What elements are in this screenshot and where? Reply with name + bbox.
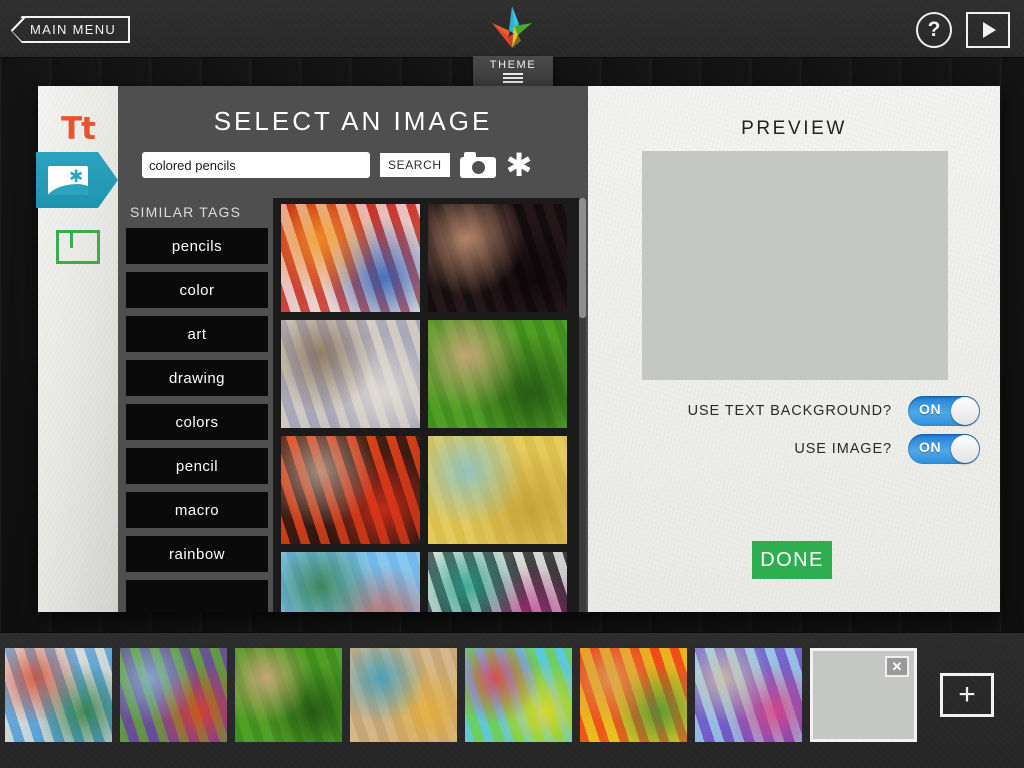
theme-tab-button[interactable]: THEME bbox=[473, 56, 553, 88]
top-bar: MAIN MENU THEME ? bbox=[0, 0, 1024, 88]
image-browser-panel: SELECT AN IMAGE SEARCH ✱ SIMILAR TAGS pe… bbox=[118, 86, 588, 612]
sidebar-item-text[interactable]: Tt bbox=[38, 100, 118, 158]
tag-item[interactable]: macro bbox=[126, 492, 268, 528]
tag-item[interactable]: color bbox=[126, 272, 268, 308]
hamburger-icon bbox=[503, 73, 523, 85]
sparkle-icon[interactable]: ✱ bbox=[506, 149, 533, 181]
help-button[interactable]: ? bbox=[916, 12, 952, 48]
search-row: SEARCH ✱ bbox=[142, 149, 533, 181]
slide-thumbnail[interactable] bbox=[695, 648, 802, 742]
select-image-dialog: Tt ✱ SELECT AN IMAGE SEARCH bbox=[36, 86, 1000, 612]
image-result-thumb[interactable] bbox=[281, 436, 420, 544]
slide-thumbnail[interactable] bbox=[580, 648, 687, 742]
tag-item[interactable]: colors bbox=[126, 404, 268, 440]
toggle-knob bbox=[951, 435, 979, 463]
tool-rail: Tt ✱ bbox=[36, 86, 118, 612]
image-result-thumb[interactable] bbox=[428, 204, 567, 312]
toggle-state-label: ON bbox=[919, 439, 942, 455]
tag-item[interactable]: pencil bbox=[126, 448, 268, 484]
back-chevron-icon bbox=[10, 16, 26, 43]
tag-item[interactable]: art bbox=[126, 316, 268, 352]
toggle-state-label: ON bbox=[919, 401, 942, 417]
use-image-toggle[interactable]: ON bbox=[908, 434, 980, 464]
tag-item[interactable]: drawing bbox=[126, 360, 268, 396]
tag-item[interactable]: rainbow bbox=[126, 536, 268, 572]
toggle-knob bbox=[951, 397, 979, 425]
image-result-thumb[interactable] bbox=[281, 552, 420, 612]
image-result-thumb[interactable] bbox=[281, 320, 420, 428]
grid-scrollbar[interactable] bbox=[579, 198, 586, 612]
tag-item[interactable] bbox=[126, 580, 268, 612]
preview-title: PREVIEW bbox=[741, 118, 847, 139]
search-button[interactable]: SEARCH bbox=[380, 153, 450, 177]
similar-tags-title: SIMILAR TAGS bbox=[130, 204, 242, 220]
use-image-label: USE IMAGE? bbox=[794, 441, 892, 457]
dialog-title: SELECT AN IMAGE bbox=[213, 106, 493, 136]
slide-thumbnail[interactable] bbox=[120, 648, 227, 742]
similar-tags-list[interactable]: SIMILAR TAGS pencils color art drawing c… bbox=[126, 198, 268, 612]
text-tool-icon: Tt bbox=[61, 111, 96, 147]
slide-thumbnail-selected[interactable]: ✕ bbox=[810, 648, 917, 742]
question-mark-icon: ? bbox=[927, 18, 941, 41]
present-button[interactable] bbox=[966, 12, 1010, 48]
use-text-background-toggle[interactable]: ON bbox=[908, 396, 980, 426]
preview-image-placeholder[interactable] bbox=[642, 151, 948, 380]
preview-panel: PREVIEW USE TEXT BACKGROUND? ON USE IMAG… bbox=[588, 86, 1000, 612]
done-button[interactable]: DONE bbox=[752, 541, 832, 579]
use-image-row: USE IMAGE? ON bbox=[794, 434, 980, 464]
image-result-thumb[interactable] bbox=[428, 436, 567, 544]
app-root: MAIN MENU THEME ? Tt ✱ SELECT AN IMAGE c… bbox=[0, 0, 1024, 768]
add-slide-button[interactable]: + bbox=[940, 673, 994, 717]
tag-item[interactable]: pencils bbox=[126, 228, 268, 264]
slide-thumbnail[interactable] bbox=[235, 648, 342, 742]
image-tool-icon: ✱ bbox=[48, 165, 88, 195]
camera-icon[interactable] bbox=[459, 152, 496, 178]
use-text-background-label: USE TEXT BACKGROUND? bbox=[687, 403, 892, 419]
layout-tool-icon bbox=[56, 230, 100, 264]
slide-thumbnail[interactable] bbox=[350, 648, 457, 742]
origami-bird-logo bbox=[488, 4, 536, 50]
add-slide-icon: + bbox=[958, 678, 976, 711]
sidebar-item-image[interactable]: ✱ bbox=[36, 152, 118, 208]
play-icon bbox=[983, 22, 996, 38]
image-result-thumb[interactable] bbox=[428, 320, 567, 428]
slide-thumbnail[interactable] bbox=[465, 648, 572, 742]
image-result-thumb[interactable] bbox=[428, 552, 567, 612]
use-text-background-row: USE TEXT BACKGROUND? ON bbox=[688, 396, 980, 426]
scrollbar-thumb[interactable] bbox=[579, 198, 586, 318]
main-menu-label: MAIN MENU bbox=[30, 22, 117, 37]
image-result-thumb[interactable] bbox=[281, 204, 420, 312]
close-icon[interactable]: ✕ bbox=[885, 656, 909, 677]
slide-thumbnail[interactable] bbox=[5, 648, 112, 742]
image-results-grid[interactable] bbox=[273, 198, 579, 612]
slide-filmstrip: ✕ + bbox=[0, 632, 1024, 768]
search-input[interactable] bbox=[142, 152, 370, 178]
slide-list: ✕ bbox=[0, 645, 925, 745]
sidebar-item-layout[interactable] bbox=[38, 218, 118, 276]
main-menu-button[interactable]: MAIN MENU bbox=[10, 16, 131, 43]
theme-tab-label: THEME bbox=[489, 59, 537, 71]
